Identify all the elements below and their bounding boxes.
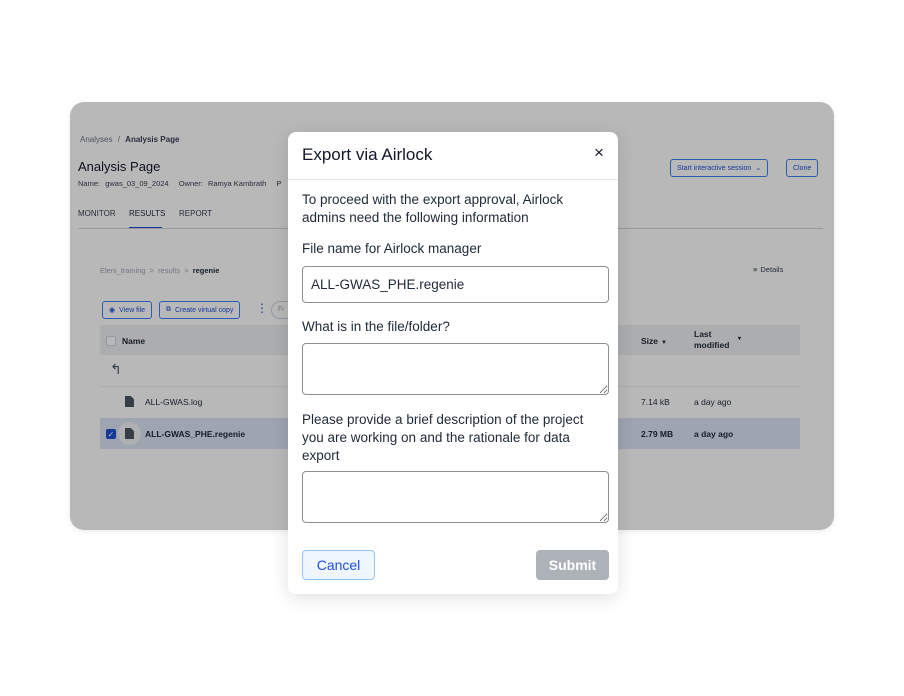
close-icon[interactable]: × — [590, 144, 608, 162]
file-name-input[interactable] — [302, 266, 609, 303]
stage: Analyses / Analysis Page Analysis Page N… — [0, 0, 904, 696]
export-airlock-dialog: Export via Airlock × To proceed with the… — [288, 132, 618, 594]
dialog-divider — [288, 179, 618, 180]
file-name-label: File name for Airlock manager — [302, 241, 482, 256]
dialog-title: Export via Airlock — [302, 145, 433, 164]
description-textarea[interactable] — [302, 471, 609, 523]
dialog-intro: To proceed with the export approval, Air… — [302, 192, 564, 225]
contents-textarea[interactable] — [302, 343, 609, 395]
cancel-button[interactable]: Cancel — [302, 550, 375, 580]
submit-button[interactable]: Submit — [536, 550, 609, 580]
description-label: Please provide a brief description of th… — [302, 412, 584, 463]
contents-label: What is in the file/folder? — [302, 319, 450, 334]
